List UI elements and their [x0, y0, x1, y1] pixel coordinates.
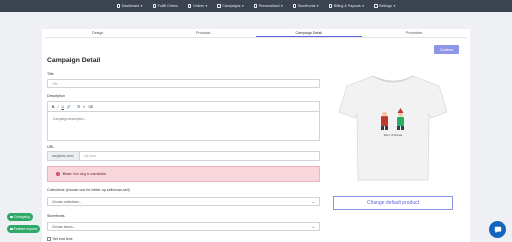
url-prefix: songtomu.com/ [48, 152, 80, 160]
nav-settings[interactable]: Settings ▾ [374, 4, 395, 8]
tab-design[interactable]: Design [45, 29, 151, 37]
url-slug-input[interactable]: my-store [80, 152, 319, 160]
tshirt-image: Merry christmas [338, 75, 448, 181]
url-field: songtomu.com/ my-store [47, 151, 320, 161]
nav-personalized[interactable]: Personalized ▾ [253, 4, 283, 8]
plus-icon [10, 227, 13, 231]
error-message: Your slug is unavailable. [72, 172, 107, 176]
product-preview: Merry christmas [333, 62, 453, 188]
nav-campaigns[interactable]: Campaigns ▾ [217, 4, 244, 8]
storefronts-placeholder: Choose stores... [52, 225, 76, 229]
nav-fulfill-orders[interactable]: Fulfill Orders [152, 4, 178, 8]
italic-button[interactable]: I [57, 105, 58, 109]
change-default-product-button[interactable]: Change default product [333, 196, 453, 210]
title-input[interactable]: Title [47, 79, 320, 88]
title-label: Title [47, 72, 54, 76]
feature-request-button[interactable]: Feature request [7, 225, 41, 233]
bold-button[interactable]: B [52, 105, 54, 109]
storefronts-label: Storefronts [47, 214, 65, 218]
nav-orders[interactable]: Orders ▾ [187, 4, 207, 8]
feature-request-label: Feature request [14, 227, 38, 231]
tab-products[interactable]: Products [151, 29, 257, 37]
tab-promotion[interactable]: Promotion [362, 29, 468, 37]
tab-campaign-detail[interactable]: Campaign Detail [256, 29, 362, 37]
set-end-time-checkbox[interactable]: Set end time [47, 237, 73, 241]
underline-button[interactable]: U [61, 105, 63, 109]
gear-icon [374, 4, 378, 8]
error-alert: ! Error: Your slug is unavailable. [47, 166, 320, 182]
description-editor[interactable]: Campaign description... [47, 111, 320, 141]
cart-icon [187, 4, 192, 8]
storefronts-select[interactable]: Choose stores... ⌄ [47, 222, 320, 231]
collections-select[interactable]: Choose collections... ⌄ [47, 197, 320, 206]
top-navigation: Dashboard ▾ Fulfill Orders Orders ▾ Campai… [0, 0, 512, 12]
nav-storefronts[interactable]: Storefronts ▾ [292, 4, 319, 8]
checkbox-box[interactable] [47, 237, 51, 241]
page-title: Campaign Detail [47, 57, 101, 64]
dashboard-icon [116, 4, 121, 8]
set-end-time-label: Set end time [52, 237, 73, 241]
continue-button[interactable]: Continue [434, 45, 459, 54]
wallet-icon [328, 4, 333, 8]
url-label: URL [47, 145, 55, 149]
chat-icon [494, 226, 501, 233]
box-icon [152, 4, 157, 8]
clear-format-icon[interactable]: ⌫ [88, 105, 93, 109]
changelog-label: Changelog [14, 215, 30, 219]
numbered-list-icon[interactable]: ≡ [83, 105, 85, 109]
collections-label: Collections (choose one for better up-se… [47, 188, 130, 192]
shirt-caption: Merry christmas [384, 133, 403, 137]
chevron-down-icon: ⌄ [311, 224, 315, 229]
nav-dashboard[interactable]: Dashboard ▾ [116, 4, 143, 8]
clock-icon [10, 215, 13, 219]
link-icon[interactable]: 🔗 [67, 105, 71, 109]
chat-button[interactable] [489, 221, 506, 238]
error-icon: ! [56, 172, 60, 176]
chevron-down-icon: ⌄ [311, 199, 315, 204]
megaphone-icon [217, 4, 221, 8]
bullet-list-icon[interactable]: ☰ [77, 105, 80, 109]
nav-billing-payouts[interactable]: Billing & Payouts ▾ [328, 4, 364, 8]
description-label: Description [47, 94, 65, 98]
step-tabs: Design Products Campaign Detail Promotio… [45, 29, 467, 38]
store-icon [292, 4, 297, 8]
changelog-button[interactable]: Changelog [7, 213, 33, 221]
editor-toolbar: B I U 🔗 ☰ ≡ ⌫ [47, 101, 320, 111]
error-prefix: Error: [63, 172, 72, 176]
collections-placeholder: Choose collections... [52, 200, 82, 204]
user-icon [253, 4, 258, 8]
